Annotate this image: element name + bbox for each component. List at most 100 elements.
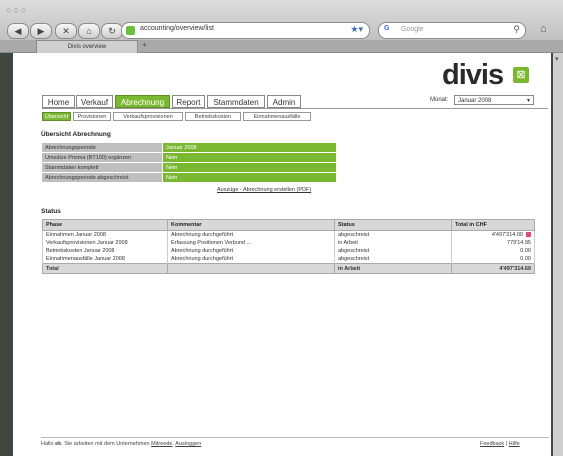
overview-title: Übersicht Abrechnung <box>41 131 111 138</box>
overview-key: Umsätze Prisma (BT100) ergänzen <box>41 152 163 163</box>
username: ek <box>55 441 62 447</box>
nav-verkauf[interactable]: Verkauf <box>76 95 113 108</box>
total-value: 0.00 <box>520 256 531 262</box>
total-cell: 4'497'314.00 <box>451 230 535 239</box>
chevron-down-icon: ▾ <box>526 98 530 104</box>
logout-link[interactable]: Ausloggen <box>175 441 201 447</box>
table-row[interactable]: Betriebskosten Januar 2008 Abrechnung du… <box>42 247 535 255</box>
tab-divis-overview[interactable]: Divis overview <box>36 40 138 53</box>
column-header-comment: Kommentar <box>167 219 335 231</box>
table-row: Umsätze Prisma (BT100) ergänzen Nein <box>41 152 337 163</box>
comment-cell: Abrechnung durchgeführt <box>167 247 335 255</box>
forward-button[interactable]: ▶ <box>30 23 52 39</box>
reload-button[interactable]: ↻ <box>101 23 123 39</box>
browser-window: ○○○ ◀ ▶ ✕ ⌂ ↻ accounting/overview/list ★… <box>0 0 563 456</box>
overview-key: Abrechnungsperiode <box>41 142 163 153</box>
total-label: Total <box>42 263 168 274</box>
subnav-betriebskosten[interactable]: Betriebskosten <box>185 112 241 121</box>
nav-abrechnung[interactable]: Abrechnung <box>115 95 170 108</box>
feedback-link[interactable]: Feedback <box>480 441 504 447</box>
help-link[interactable]: Hilfe <box>509 441 520 447</box>
new-tab-button[interactable]: + <box>142 40 147 51</box>
nav-report[interactable]: Report <box>172 95 205 108</box>
logo-mark-icon: ⊠ <box>513 67 529 83</box>
nav-home[interactable]: Home <box>42 95 75 108</box>
status-cell: abgeschreist <box>334 255 452 264</box>
total-comment <box>167 263 335 274</box>
total-value: 4'497'314.00 <box>491 232 523 238</box>
overview-table: Abrechnungsperiode Januar 2008 Umsätze P… <box>41 142 337 183</box>
favicon-icon <box>126 26 135 35</box>
status-cell: abgeschreist <box>334 247 452 255</box>
address-bar[interactable]: accounting/overview/list ★▾ <box>121 22 370 39</box>
table-row[interactable]: Einnahmenausfälle Januar 2008 Abrechnung… <box>42 255 535 264</box>
month-value: Januar 2008 <box>458 98 492 104</box>
browser-toolbar: ○○○ ◀ ▶ ✕ ⌂ ↻ accounting/overview/list ★… <box>0 0 563 53</box>
home-icon[interactable]: ⌂ <box>540 23 547 35</box>
company-link[interactable]: Mitreede <box>151 441 172 447</box>
company-info-text: Sie arbeiten mit dem Unternehmen <box>64 441 150 447</box>
subnav-verkaufsprovisionen[interactable]: Verkaufsprovisionen <box>113 112 183 121</box>
phase-cell: Betriebskosten Januar 2008 <box>42 247 168 255</box>
page-content: divis ⊠ Home Verkauf Abrechnung Report S… <box>13 53 551 456</box>
month-label: Monat: <box>430 97 449 103</box>
table-total-row: Total in Arbeit 4'497'314.69 <box>42 263 535 274</box>
table-row: Abrechnungsperiode abgeschreist Nein <box>41 172 337 183</box>
table-row: Stammdaten komplett Nein <box>41 162 337 173</box>
status-table: Phase Kommentar Status Total in CHF Einn… <box>42 219 535 274</box>
nav-divider <box>42 108 548 109</box>
greeting-text: Hallo <box>41 441 54 447</box>
stop-button[interactable]: ✕ <box>55 23 77 39</box>
phase-cell: Einnahmenausfälle Januar 2008 <box>42 255 168 264</box>
window-controls[interactable]: ○○○ <box>6 5 28 15</box>
search-input[interactable]: Google <box>401 26 424 33</box>
overview-value: Nein <box>162 172 337 183</box>
scrollbar[interactable]: ▾ <box>553 53 563 456</box>
total-cell: 779'14.95 <box>451 239 535 247</box>
divis-logo: divis <box>442 59 504 91</box>
back-button[interactable]: ◀ <box>7 23 29 39</box>
table-header-row: Phase Kommentar Status Total in CHF <box>42 219 535 231</box>
bookmark-star-icon[interactable]: ★▾ <box>350 24 363 35</box>
nav-admin[interactable]: Admin <box>267 95 301 108</box>
phase-cell: Verkaufsprovisionen Januar 2008 <box>42 239 168 247</box>
status-cell: abgeschreist <box>334 230 452 239</box>
url-text[interactable]: accounting/overview/list <box>140 25 214 32</box>
create-pdf-link[interactable]: Auszüge - Abrechnung erstellen (PDF) <box>217 187 311 193</box>
chevron-down-icon[interactable]: ▾ <box>555 55 559 63</box>
column-header-status: Status <box>334 219 452 231</box>
subnav-provisionen[interactable]: Provisionen <box>73 112 111 121</box>
phase-cell: Einnahmen Januar 2008 <box>42 230 168 239</box>
subnav-uebersicht[interactable]: Übersicht <box>42 112 71 121</box>
table-row[interactable]: Einnahmen Januar 2008 Abrechnung durchge… <box>42 230 535 239</box>
table-row: Abrechnungsperiode Januar 2008 <box>41 142 337 153</box>
pdf-icon[interactable] <box>526 232 531 238</box>
overview-value: Nein <box>162 152 337 163</box>
overview-value: Nein <box>162 162 337 173</box>
footer-separator: | <box>505 441 508 447</box>
google-icon[interactable]: G <box>384 25 389 32</box>
total-value: 779'14.95 <box>507 240 531 246</box>
footer-user-info: Hallo ek. Sie arbeiten mit dem Unternehm… <box>41 441 202 447</box>
comment-cell: Erfassung Positionen Verbund ... <box>167 239 335 247</box>
home-button[interactable]: ⌂ <box>78 23 100 39</box>
table-row[interactable]: Verkaufsprovisionen Januar 2008 Erfassun… <box>42 239 535 247</box>
comment-cell: Abrechnung durchgeführt <box>167 230 335 239</box>
search-icon[interactable]: ⚲ <box>513 24 520 35</box>
column-header-phase: Phase <box>42 219 168 231</box>
status-title: Status <box>41 208 61 215</box>
search-bar[interactable]: G Google ⚲ <box>378 22 526 39</box>
footer-divider <box>41 437 549 438</box>
overview-value: Januar 2008 <box>162 142 337 153</box>
total-status: in Arbeit <box>334 263 452 274</box>
overview-key: Abrechnungsperiode abgeschreist <box>41 172 163 183</box>
footer-links: Feedback | Hilfe <box>480 441 520 447</box>
subnav-einnahmenausfaelle[interactable]: Einnahmenausfälle <box>243 112 311 121</box>
column-header-total: Total in CHF <box>451 219 535 231</box>
total-cell: 0.00 <box>451 255 535 264</box>
nav-stammdaten[interactable]: Stammdaten <box>207 95 265 108</box>
status-cell: in Arbeit <box>334 239 452 247</box>
total-cell: 0.00 <box>451 247 535 255</box>
month-select[interactable]: Januar 2008 ▾ <box>454 95 534 105</box>
total-value: 0.00 <box>520 248 531 254</box>
